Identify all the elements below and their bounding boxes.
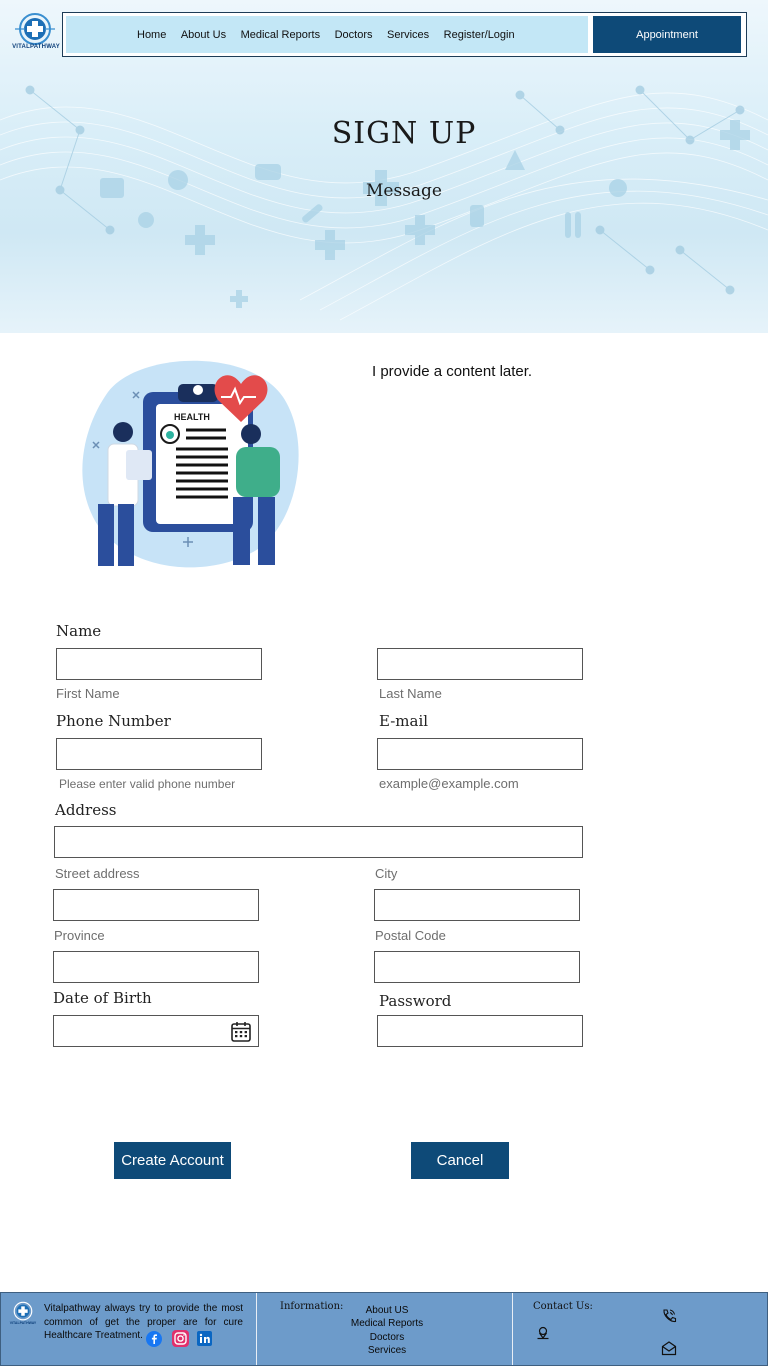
email-field[interactable] — [377, 738, 583, 770]
street-address-2-input[interactable] — [54, 890, 258, 920]
cancel-button[interactable]: Cancel — [411, 1142, 509, 1179]
email-hint: example@example.com — [379, 776, 519, 791]
facebook-icon[interactable] — [146, 1331, 162, 1347]
phone-hint: Please enter valid phone number — [59, 777, 236, 791]
province-hint: Province — [54, 928, 105, 943]
dob-input[interactable] — [54, 1016, 258, 1046]
street-address-field[interactable] — [54, 826, 583, 858]
name-label: Name — [56, 622, 102, 640]
create-account-button[interactable]: Create Account — [114, 1142, 231, 1179]
footer-link-services[interactable]: Services — [337, 1345, 437, 1356]
postal-code-field[interactable] — [374, 951, 580, 983]
nav-home[interactable]: Home — [137, 29, 166, 41]
password-label: Password — [379, 992, 452, 1010]
location-icon[interactable] — [536, 1326, 550, 1340]
last-name-input[interactable] — [378, 649, 582, 679]
dob-field[interactable] — [53, 1015, 259, 1047]
password-input[interactable] — [378, 1016, 582, 1046]
last-name-hint: Last Name — [379, 686, 442, 701]
street-address-2-field[interactable] — [53, 889, 259, 921]
phone-input[interactable] — [57, 739, 261, 769]
footer-about-text: Vitalpathway always try to provide the m… — [44, 1303, 243, 1341]
street-hint: Street address — [55, 866, 140, 881]
appointment-button[interactable]: Appointment — [593, 16, 741, 53]
first-name-hint: First Name — [56, 686, 120, 701]
first-name-input[interactable] — [57, 649, 261, 679]
main-nav: Home About Us Medical Reports Doctors Se… — [66, 16, 588, 53]
footer: VITALPATHWAY Vitalpathway always try to … — [0, 1292, 768, 1366]
phone-field[interactable] — [56, 738, 262, 770]
nav-doctors[interactable]: Doctors — [335, 29, 373, 41]
health-report-illustration: HEALTH — [82, 360, 299, 568]
footer-link-medical-reports[interactable]: Medical Reports — [337, 1318, 437, 1329]
phone-icon[interactable] — [661, 1308, 677, 1324]
postal-code-input[interactable] — [375, 952, 579, 982]
nav-medical-reports[interactable]: Medical Reports — [241, 29, 320, 41]
email-label: E-mail — [379, 712, 429, 730]
intro-text: I provide a content later. — [372, 363, 533, 380]
footer-divider — [256, 1293, 257, 1365]
footer-brand-name: VITALPATHWAY — [9, 1321, 37, 1325]
instagram-icon[interactable] — [172, 1330, 189, 1347]
nav-about-us[interactable]: About Us — [181, 29, 226, 41]
postal-hint: Postal Code — [375, 928, 446, 943]
footer-info-heading: Information: — [280, 1301, 344, 1312]
linkedin-icon[interactable] — [197, 1331, 212, 1346]
footer-link-about[interactable]: About US — [337, 1305, 437, 1316]
footer-divider — [512, 1293, 513, 1365]
address-label: Address — [55, 801, 117, 819]
city-hint: City — [375, 866, 398, 881]
brand-name: VITALPATHWAY — [12, 44, 60, 50]
last-name-field[interactable] — [377, 648, 583, 680]
phone-label: Phone Number — [56, 712, 171, 730]
email-input[interactable] — [378, 739, 582, 769]
city-input[interactable] — [375, 890, 579, 920]
first-name-field[interactable] — [56, 648, 262, 680]
street-address-input[interactable] — [55, 827, 582, 857]
page-title: SIGN UP — [331, 116, 477, 151]
hero-banner: VITALPATHWAY Home About Us Medical Repor… — [0, 0, 768, 333]
city-field[interactable] — [374, 889, 580, 921]
nav-services[interactable]: Services — [387, 29, 429, 41]
page-subtitle: Message — [366, 181, 442, 201]
illustration-health-text: HEALTH — [174, 412, 210, 422]
mail-icon[interactable] — [661, 1340, 677, 1356]
province-input[interactable] — [54, 952, 258, 982]
dob-label: Date of Birth — [53, 989, 152, 1007]
footer-contact-heading: Contact Us: — [533, 1301, 593, 1312]
calendar-icon[interactable] — [231, 1021, 251, 1042]
province-field[interactable] — [53, 951, 259, 983]
footer-link-doctors[interactable]: Doctors — [337, 1332, 437, 1343]
password-field[interactable] — [377, 1015, 583, 1047]
nav-register-login[interactable]: Register/Login — [444, 29, 515, 41]
